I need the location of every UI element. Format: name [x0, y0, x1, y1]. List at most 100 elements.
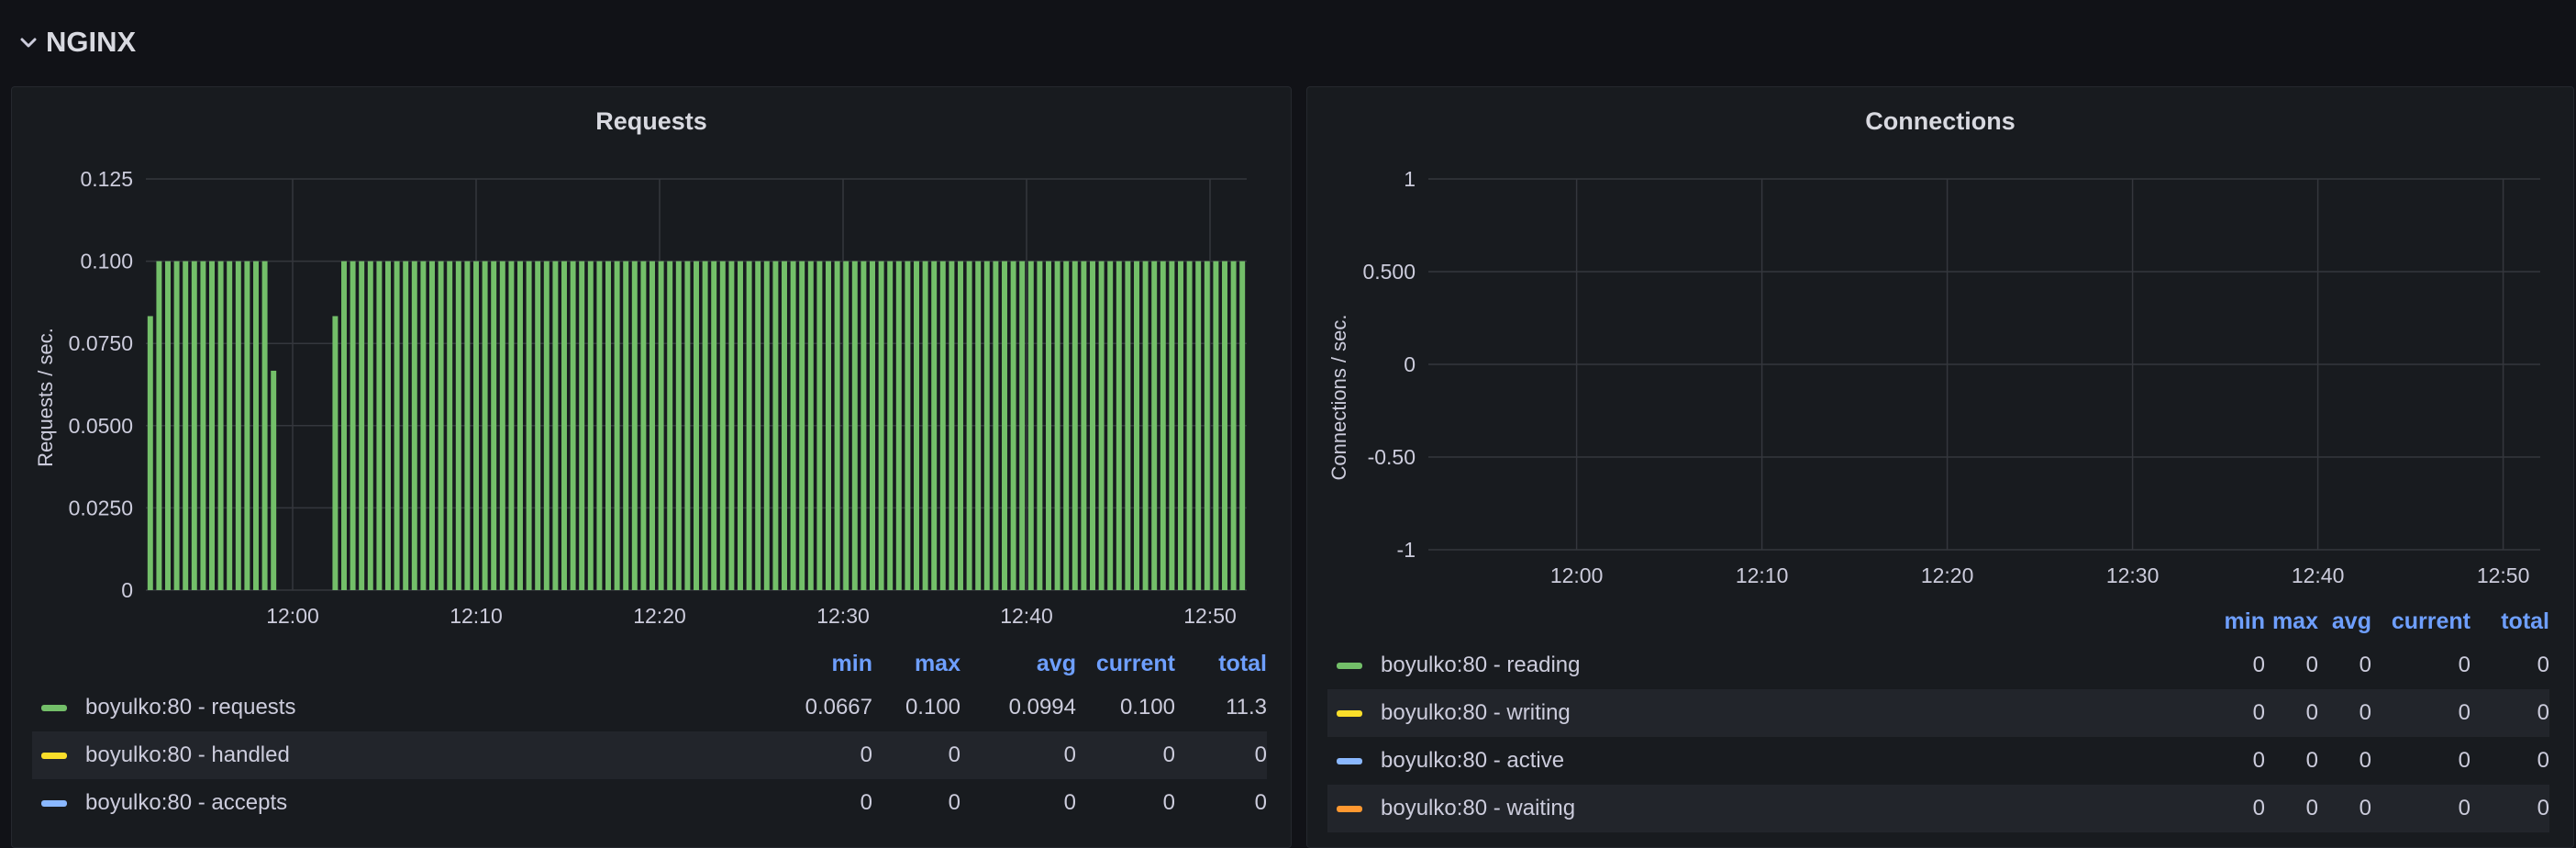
requests-bar[interactable]	[640, 261, 647, 590]
series-color-swatch[interactable]	[41, 704, 67, 711]
series-name[interactable]: boyulko:80 - handled	[85, 742, 784, 768]
requests-bar[interactable]	[1071, 261, 1078, 590]
series-name[interactable]: boyulko:80 - active	[1381, 748, 2199, 774]
requests-bar[interactable]	[1142, 261, 1149, 590]
series-color-swatch[interactable]	[1337, 662, 1362, 669]
requests-bar[interactable]	[623, 261, 629, 590]
requests-chart[interactable]: Requests / sec. 0.125 0.100 0.0750 0.0500 0.…	[12, 87, 1291, 638]
series-name[interactable]: boyulko:80 - waiting	[1381, 796, 2199, 821]
requests-bar[interactable]	[561, 261, 567, 590]
requests-bar[interactable]	[1160, 261, 1166, 590]
requests-bar[interactable]	[1081, 261, 1087, 590]
requests-bar[interactable]	[763, 261, 770, 590]
requests-bar[interactable]	[350, 261, 356, 590]
requests-bar[interactable]	[367, 261, 373, 590]
requests-bar[interactable]	[1046, 261, 1051, 590]
requests-bar[interactable]	[1019, 261, 1026, 590]
legend-column-avg[interactable]: avg	[960, 651, 1076, 677]
requests-bar[interactable]	[870, 261, 875, 590]
legend-column-min[interactable]: min	[784, 651, 872, 677]
requests-bar[interactable]	[1195, 261, 1202, 590]
requests-bar[interactable]	[1169, 261, 1175, 590]
requests-bar[interactable]	[1125, 261, 1131, 590]
legend-series-row[interactable]: boyulko:80 - handled 0 0 0 0 0	[32, 731, 1267, 779]
requests-bar[interactable]	[861, 261, 867, 590]
legend-series-row[interactable]: boyulko:80 - waiting 0 0 0 0 0	[1327, 785, 2549, 832]
requests-bar[interactable]	[1037, 261, 1043, 590]
row-header-nginx[interactable]: NGINX	[0, 0, 2576, 84]
requests-bar[interactable]	[156, 261, 162, 590]
requests-bar[interactable]	[667, 261, 673, 590]
requests-bar[interactable]	[658, 261, 664, 590]
requests-bar[interactable]	[746, 261, 752, 590]
requests-bar[interactable]	[914, 261, 919, 590]
requests-bar[interactable]	[438, 261, 444, 590]
requests-bar[interactable]	[376, 261, 383, 590]
requests-bar[interactable]	[1204, 261, 1210, 590]
series-color-swatch[interactable]	[1337, 805, 1362, 812]
requests-bar[interactable]	[508, 261, 515, 590]
requests-bar[interactable]	[570, 261, 576, 590]
requests-bar[interactable]	[975, 261, 982, 590]
requests-bar[interactable]	[332, 316, 339, 590]
series-name[interactable]: boyulko:80 - accepts	[85, 790, 784, 816]
requests-bar[interactable]	[227, 261, 233, 590]
requests-bar[interactable]	[596, 261, 603, 590]
series-color-swatch[interactable]	[1337, 757, 1362, 764]
requests-bar[interactable]	[816, 261, 823, 590]
requests-bar[interactable]	[429, 261, 435, 590]
legend-column-avg[interactable]: avg	[2318, 608, 2371, 635]
requests-bar[interactable]	[719, 261, 726, 590]
requests-bar[interactable]	[191, 261, 197, 590]
requests-bar[interactable]	[878, 261, 884, 590]
requests-bar[interactable]	[235, 261, 241, 590]
requests-bar[interactable]	[217, 261, 224, 590]
legend-column-min[interactable]: min	[2199, 608, 2265, 635]
requests-bar[interactable]	[772, 261, 779, 590]
legend-series-row[interactable]: boyulko:80 - accepts 0 0 0 0 0	[32, 779, 1267, 827]
requests-bar[interactable]	[1151, 261, 1158, 590]
requests-bar[interactable]	[1098, 261, 1105, 590]
series-name[interactable]: boyulko:80 - writing	[1381, 700, 2199, 726]
requests-bar[interactable]	[1186, 261, 1193, 590]
requests-bar[interactable]	[447, 261, 453, 590]
requests-bar[interactable]	[1134, 261, 1139, 590]
requests-bar[interactable]	[738, 261, 743, 590]
legend-series-row[interactable]: boyulko:80 - writing 0 0 0 0 0	[1327, 689, 2549, 737]
requests-bar[interactable]	[1002, 261, 1007, 590]
requests-bar[interactable]	[887, 261, 894, 590]
requests-bar[interactable]	[895, 261, 902, 590]
requests-bar[interactable]	[1178, 261, 1183, 590]
requests-bar[interactable]	[931, 261, 938, 590]
requests-bar[interactable]	[675, 261, 682, 590]
requests-bar[interactable]	[684, 261, 691, 590]
requests-bar[interactable]	[403, 261, 409, 590]
requests-bar[interactable]	[271, 370, 277, 590]
requests-bar[interactable]	[455, 261, 461, 590]
requests-bar[interactable]	[1063, 261, 1070, 590]
requests-bar[interactable]	[614, 261, 620, 590]
connections-chart[interactable]: Connections / sec. 1 0.500 0 -0.50 -1 12:00 12…	[1307, 87, 2573, 601]
requests-bar[interactable]	[526, 261, 532, 590]
requests-bar[interactable]	[253, 261, 259, 590]
requests-bar[interactable]	[385, 261, 391, 590]
requests-bar[interactable]	[535, 261, 541, 590]
series-name[interactable]: boyulko:80 - requests	[85, 695, 784, 720]
requests-bar[interactable]	[1107, 261, 1114, 590]
requests-bar[interactable]	[711, 261, 717, 590]
requests-bar[interactable]	[843, 261, 849, 590]
requests-bar[interactable]	[966, 261, 972, 590]
requests-bar[interactable]	[983, 261, 990, 590]
series-color-swatch[interactable]	[1337, 709, 1362, 717]
requests-bar[interactable]	[1027, 261, 1034, 590]
legend-column-total[interactable]: total	[2471, 608, 2549, 635]
requests-bar[interactable]	[543, 261, 550, 590]
requests-bar[interactable]	[579, 261, 585, 590]
requests-bar[interactable]	[799, 261, 805, 590]
legend-column-current[interactable]: current	[1076, 651, 1175, 677]
requests-bar[interactable]	[1230, 261, 1237, 590]
requests-bar[interactable]	[605, 261, 611, 590]
requests-bar[interactable]	[939, 261, 946, 590]
requests-bar[interactable]	[1239, 261, 1246, 590]
requests-bar[interactable]	[587, 261, 594, 590]
